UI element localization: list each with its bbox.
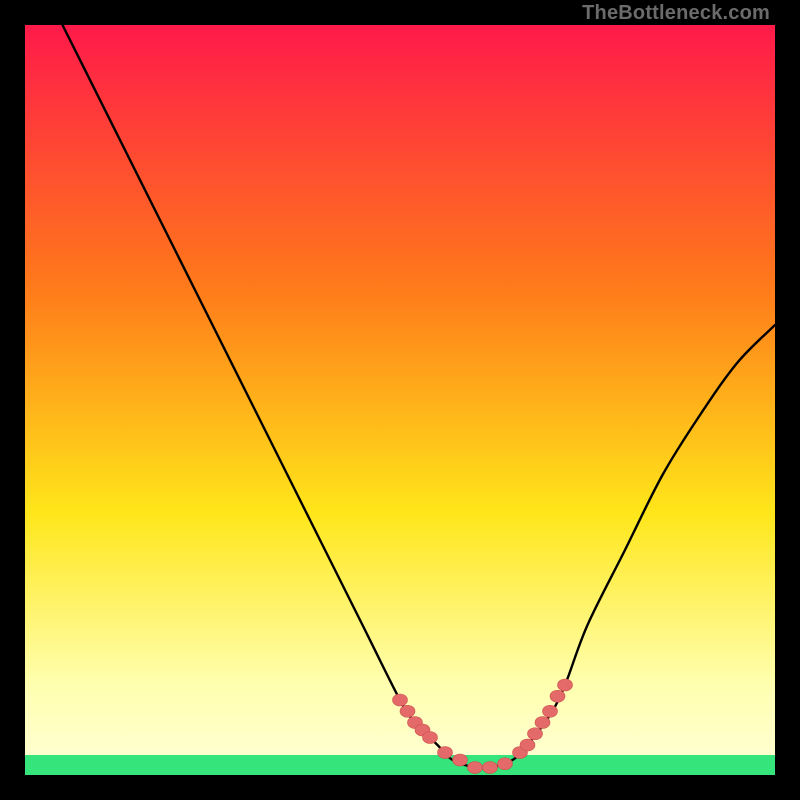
marker-dot	[528, 728, 543, 740]
chart-frame	[25, 25, 775, 775]
marker-dot	[535, 717, 550, 729]
green-band	[25, 755, 775, 775]
marker-dot	[468, 762, 483, 774]
gradient-fill	[25, 25, 775, 775]
marker-dot	[400, 705, 415, 717]
watermark-text: TheBottleneck.com	[582, 2, 770, 25]
marker-dot	[558, 679, 573, 691]
marker-dot	[498, 758, 513, 770]
marker-dot	[543, 705, 558, 717]
bottleneck-chart	[25, 25, 775, 775]
marker-dot	[393, 694, 408, 706]
marker-dot	[550, 690, 565, 702]
marker-dot	[520, 739, 535, 751]
marker-dot	[483, 762, 498, 774]
marker-dot	[423, 732, 438, 744]
marker-dot	[453, 754, 468, 766]
marker-dot	[438, 747, 453, 759]
